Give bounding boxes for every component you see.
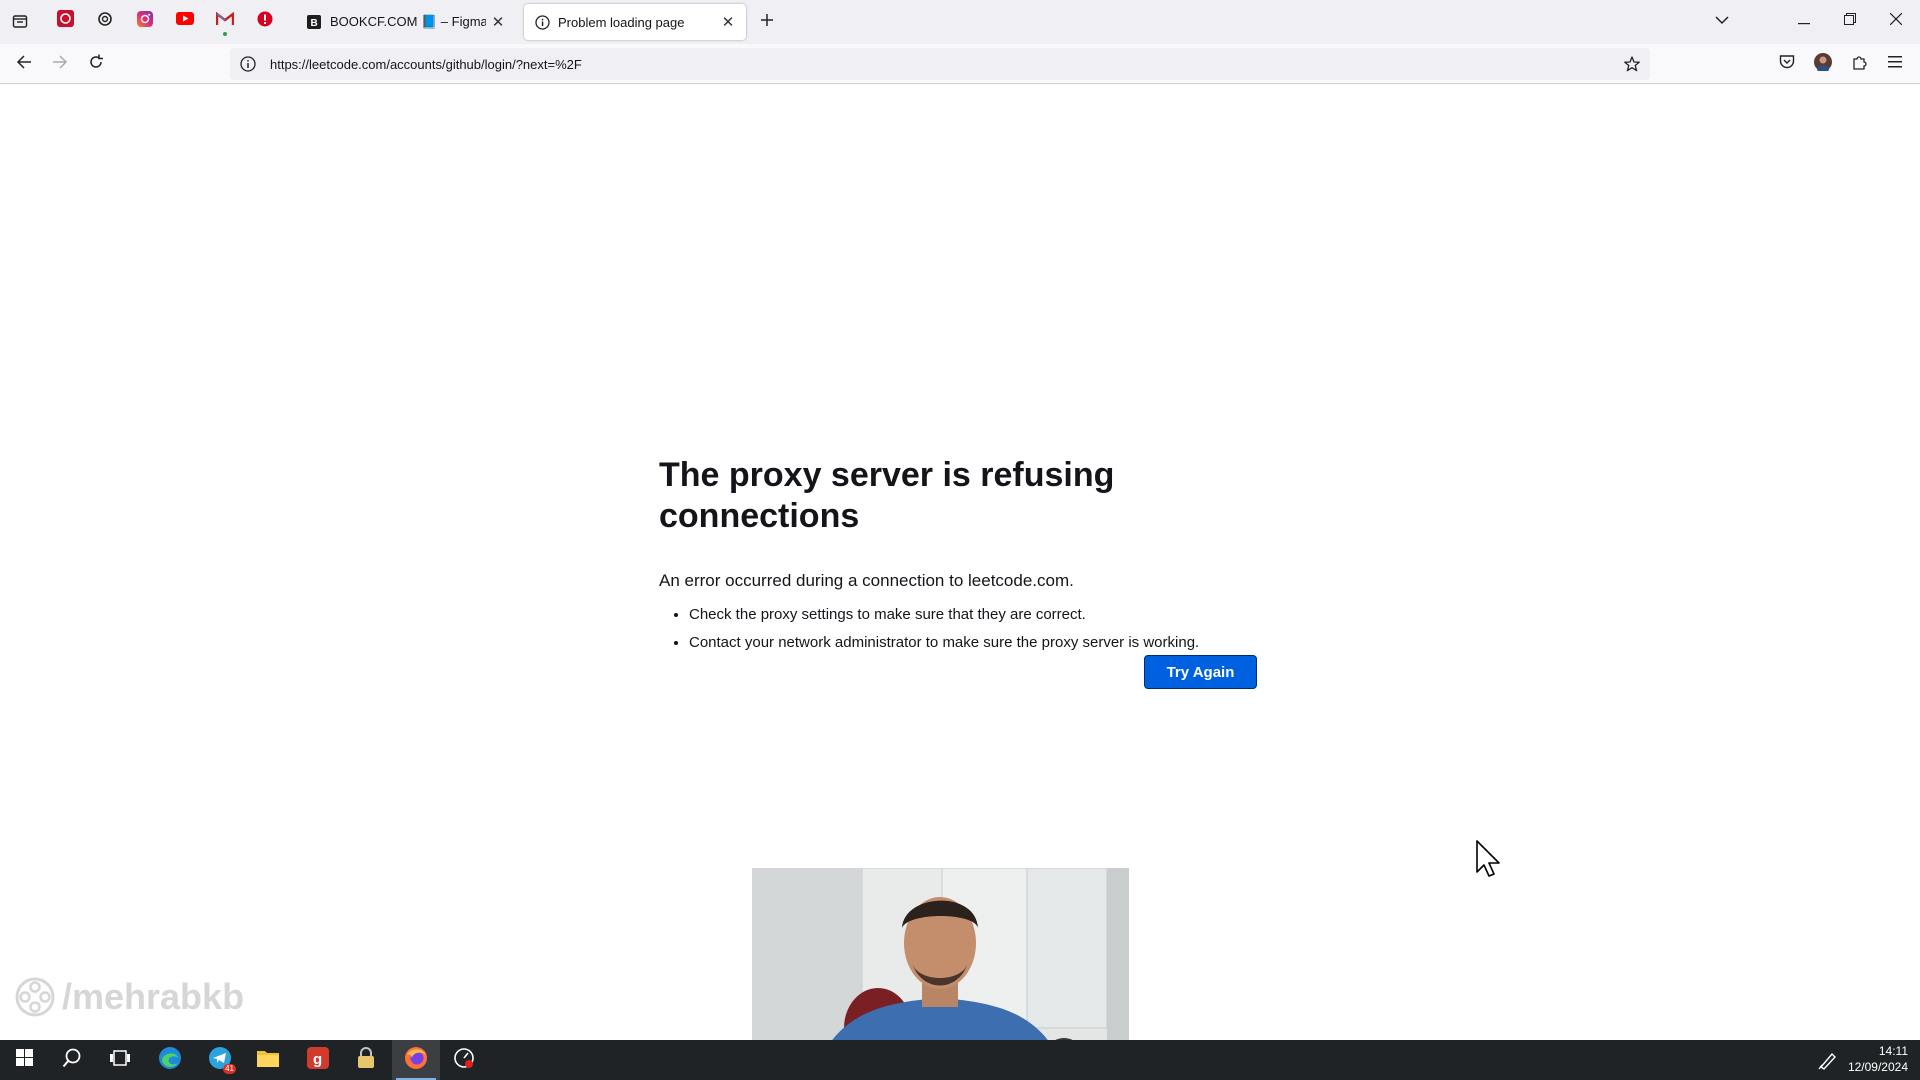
forward-button[interactable] <box>45 49 75 79</box>
error-title: The proxy server is refusing connections <box>659 456 1115 535</box>
app-menu-button[interactable] <box>1880 49 1910 79</box>
windows-start-icon <box>15 1049 33 1071</box>
taskbar-recorder[interactable] <box>440 1040 488 1080</box>
error-page-container: The proxy server is refusing connections… <box>659 455 1259 689</box>
extensions-button[interactable] <box>1844 49 1874 79</box>
app-lock-icon <box>356 1046 376 1074</box>
error-suggestions-list: Check the proxy settings to make sure th… <box>659 605 1259 652</box>
reel-icon <box>14 976 56 1018</box>
alert-icon <box>257 11 273 32</box>
pocket-button[interactable] <box>1772 49 1802 79</box>
avatar <box>1814 52 1832 76</box>
url-text[interactable]: https://leetcode.com/accounts/github/log… <box>270 57 582 72</box>
notification-badge: 41 <box>223 1064 236 1074</box>
restore-button[interactable] <box>1835 6 1865 36</box>
openai-icon <box>97 11 113 32</box>
bookmark-star-icon[interactable] <box>1622 54 1642 74</box>
tab-title: BOOKCF.COM 📘 – Figma <box>330 14 486 29</box>
close-window-button[interactable] <box>1881 6 1911 36</box>
windows-taskbar: 41 g 14:11 12/09/2024 <box>0 1040 1920 1080</box>
watermark: /mehrabkb <box>14 976 244 1018</box>
svg-text:B: B <box>311 18 318 29</box>
search-icon <box>62 1048 82 1073</box>
taskbar-app-g[interactable]: g <box>294 1040 342 1080</box>
back-arrow-icon <box>16 54 32 74</box>
mouse-cursor-icon <box>1476 840 1502 883</box>
system-clock[interactable]: 14:11 12/09/2024 <box>1848 1043 1908 1075</box>
file-explorer-icon <box>257 1049 279 1072</box>
clock-time: 14:11 <box>1878 1044 1908 1058</box>
navigation-toolbar: https://leetcode.com/accounts/github/log… <box>0 44 1920 84</box>
clock-date: 12/09/2024 <box>1847 1060 1908 1074</box>
error-description: An error occurred during a connection to… <box>659 570 1074 590</box>
reload-icon <box>88 54 104 75</box>
address-bar[interactable]: https://leetcode.com/accounts/github/log… <box>230 48 1650 80</box>
taskbar-telegram[interactable]: 41 <box>196 1040 244 1080</box>
tab-strip: B BOOKCF.COM 📘 – Figma ✕ Problem loading… <box>0 0 1920 44</box>
back-button[interactable] <box>9 49 39 79</box>
try-again-button[interactable]: Try Again <box>1144 655 1257 689</box>
chevron-down-icon <box>1715 12 1729 30</box>
attention-dot <box>223 32 227 36</box>
pocket-icon <box>1779 54 1795 74</box>
taskbar-search-button[interactable] <box>48 1040 96 1080</box>
site-info-icon[interactable] <box>238 54 258 74</box>
recorder-icon <box>452 1046 476 1075</box>
taskbar-app-lock[interactable] <box>342 1040 390 1080</box>
taskbar-file-explorer[interactable] <box>244 1040 292 1080</box>
app-g-icon: g <box>307 1046 329 1074</box>
info-favicon-icon <box>534 14 550 30</box>
plus-icon <box>760 13 774 30</box>
edge-icon <box>158 1046 182 1075</box>
account-button[interactable] <box>1808 49 1838 79</box>
restore-icon <box>1844 12 1856 30</box>
pinned-tab-openai[interactable] <box>92 8 118 34</box>
pinned-tab-youtube[interactable] <box>172 8 198 34</box>
list-item: Check the proxy settings to make sure th… <box>689 605 1259 624</box>
figma-favicon-icon: B <box>306 14 322 30</box>
reload-button[interactable] <box>81 49 111 79</box>
gmail-icon <box>215 11 235 31</box>
pen-icon[interactable] <box>1818 1050 1838 1075</box>
close-tab-icon[interactable]: ✕ <box>716 10 740 34</box>
close-tab-icon[interactable]: ✕ <box>486 10 510 34</box>
taskbar-edge[interactable] <box>146 1040 194 1080</box>
tab-problem-loading[interactable]: Problem loading page ✕ <box>524 4 746 40</box>
list-all-tabs-button[interactable] <box>1707 6 1737 36</box>
hamburger-menu-icon <box>1888 55 1902 73</box>
svg-text:g: g <box>313 1051 322 1068</box>
forward-arrow-icon <box>52 54 68 74</box>
tab-figma[interactable]: B BOOKCF.COM 📘 – Figma ✕ <box>296 4 516 40</box>
pinned-tab-gmail[interactable] <box>212 8 238 36</box>
pinned-tab-instagram[interactable] <box>132 8 158 34</box>
puzzle-icon <box>1851 54 1867 75</box>
task-view-button[interactable] <box>96 1040 144 1080</box>
instagram-icon <box>137 10 153 32</box>
watermark-text: /mehrabkb <box>62 976 245 1017</box>
pinned-tab-alert[interactable] <box>252 8 278 34</box>
start-button[interactable] <box>0 1040 48 1080</box>
firefox-icon <box>404 1046 428 1075</box>
minimize-button[interactable] <box>1789 6 1819 36</box>
new-tab-button[interactable] <box>756 10 778 32</box>
task-view-icon <box>110 1049 130 1072</box>
tab-title: Problem loading page <box>558 14 685 30</box>
firefox-view-icon[interactable] <box>9 10 31 32</box>
list-item: Contact your network administrator to ma… <box>689 633 1259 652</box>
youtube-icon <box>176 12 194 30</box>
pinned-tab-red-app[interactable] <box>52 8 78 34</box>
close-icon <box>1889 12 1903 30</box>
minimize-icon <box>1798 12 1810 30</box>
taskbar-firefox[interactable] <box>392 1040 440 1080</box>
red-app-icon <box>56 10 74 32</box>
